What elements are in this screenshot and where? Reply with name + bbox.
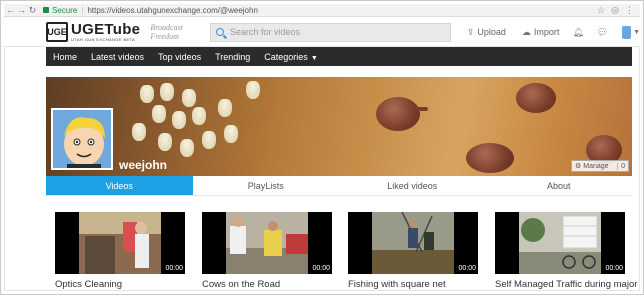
channel-tabs: Videos PlayLists Liked videos About [46,176,632,196]
main-nav: Home Latest videos Top videos Trending C… [46,47,632,66]
cloud-icon: ☁ [521,26,531,37]
manage-label: Manage [583,162,609,170]
nav-latest-videos[interactable]: Latest videos [91,52,144,62]
video-duration: 00:00 [605,265,623,272]
browser-bar: ← → ↻ Secure | https://videos.utahgunexc… [4,4,640,17]
url-text[interactable]: https://videos.utahgunexchange.com/@weej… [87,6,257,15]
upload-button[interactable]: ⇪ Upload [467,27,506,38]
import-button[interactable]: ☁ Import [522,27,560,38]
tab-videos[interactable]: Videos [46,176,193,195]
video-title[interactable]: Fishing with square net [348,279,478,290]
search-input[interactable] [229,27,450,37]
video-card[interactable]: 00:00 Self Managed Traffic during major [495,212,637,290]
user-avatar[interactable] [622,25,632,39]
chevron-down-icon: ▼ [310,54,318,62]
video-card[interactable]: 00:00 Fishing with square net [348,212,478,290]
nav-categories[interactable]: Categories ▼ [264,52,317,62]
video-title[interactable]: Self Managed Traffic during major [495,279,637,290]
logo-mark: UGE [46,22,68,42]
video-grid: 00:00 Optics Cleaning 00:00 Cows on the … [55,212,640,292]
video-thumbnail[interactable]: 00:00 [495,212,625,274]
categories-label: Categories [264,51,308,62]
address-separator: | [81,5,84,15]
import-label: Import [533,27,560,37]
forward-icon[interactable]: → [17,5,26,15]
manage-count: 0 [617,162,628,170]
notification-bell-icon[interactable]: 🔔︎ [572,27,583,38]
video-thumbnail[interactable]: 00:00 [202,212,332,274]
upload-icon: ⇪ [466,26,475,37]
channel-avatar [51,108,113,170]
site-logo[interactable]: UGE UGETube UTAH GUN EXCHANGE BETA [46,22,140,42]
lock-icon [43,7,49,13]
tab-liked-videos[interactable]: Liked videos [339,176,486,195]
video-thumbnail[interactable]: 00:00 [348,212,478,274]
nav-top-videos[interactable]: Top videos [158,52,201,62]
tab-about[interactable]: About [486,176,633,195]
video-duration: 00:00 [458,265,476,272]
nav-home[interactable]: Home [53,52,77,62]
chevron-down-icon[interactable]: ▼ [633,29,640,36]
video-title[interactable]: Cows on the Road [202,279,332,290]
browser-menu-icon[interactable]: ⋮ [625,5,634,16]
logo-subtitle: UTAH GUN EXCHANGE BETA [71,37,136,42]
manage-button[interactable]: ⚙ Manage 0 [571,160,629,172]
logo-name: UGETube [71,21,141,38]
back-icon[interactable]: ← [6,5,15,15]
video-duration: 00:00 [312,265,330,272]
video-duration: 00:00 [165,265,183,272]
messages-icon[interactable]: 💬︎ [597,27,608,38]
address-bar[interactable]: Secure | https://videos.utahgunexchange.… [43,6,258,15]
tagline: Broadcast Freedom [150,23,183,41]
reload-icon[interactable]: ↻ [28,5,37,16]
star-icon[interactable]: ☆ [597,5,605,16]
video-card[interactable]: 00:00 Optics Cleaning [55,212,185,290]
site-header: UGE UGETube UTAH GUN EXCHANGE BETA Broad… [4,18,640,47]
extension-icon[interactable]: ◎ [611,5,619,16]
search-box[interactable] [209,22,451,42]
upload-label: Upload [477,27,506,37]
channel-username: weejohn [119,158,168,172]
secure-label: Secure [52,5,78,15]
video-card[interactable]: 00:00 Cows on the Road [202,212,332,290]
video-thumbnail[interactable]: 00:00 [55,212,185,274]
gear-icon: ⚙ [575,163,582,170]
tab-playlists[interactable]: PlayLists [193,176,340,195]
search-icon[interactable] [215,28,224,36]
video-title[interactable]: Optics Cleaning [55,279,185,290]
nav-trending[interactable]: Trending [215,52,250,62]
